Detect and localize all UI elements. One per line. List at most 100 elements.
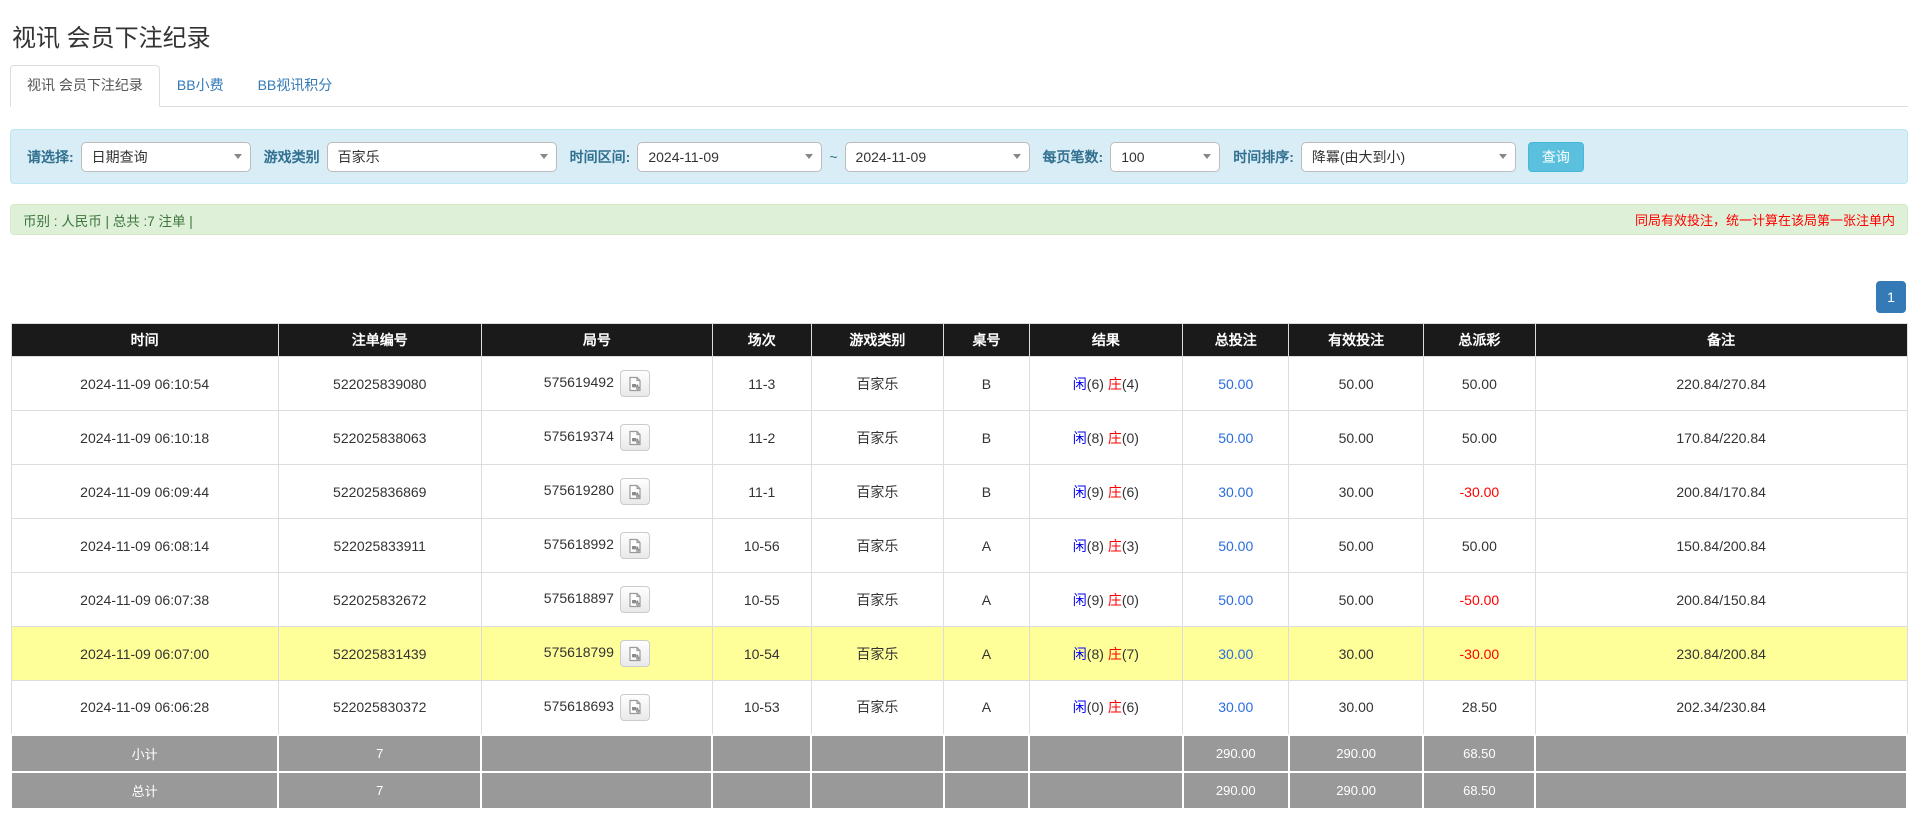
pagination: 1	[10, 281, 1908, 313]
header-result: 结果	[1029, 324, 1183, 357]
cell-session: 11-2	[712, 411, 811, 465]
result-player-value: (9)	[1087, 484, 1104, 500]
cell-session: 11-3	[712, 357, 811, 411]
round-id-text: 575618897	[544, 590, 614, 606]
tab-bar: 视讯 会员下注纪录 BB小费 BB视讯积分	[10, 67, 1908, 107]
cell-payout: -30.00	[1423, 627, 1535, 681]
video-replay-button[interactable]	[620, 424, 650, 451]
result-player-label: 闲	[1073, 484, 1087, 500]
video-replay-icon	[627, 430, 643, 446]
time-sort-value: 降冪(由大到小)	[1302, 147, 1491, 167]
result-player-value: (8)	[1087, 646, 1104, 662]
tab-bb-video-points[interactable]: BB视讯积分	[241, 65, 350, 107]
cell-bet-id: 522025831439	[278, 627, 481, 681]
date-to-value: 2024-11-09	[846, 149, 1005, 165]
result-banker-value: (0)	[1122, 592, 1139, 608]
cell-total-bet[interactable]: 30.00	[1183, 465, 1289, 519]
result-player-value: (9)	[1087, 592, 1104, 608]
grand-total-payout: 68.50	[1423, 772, 1535, 809]
query-type-select[interactable]: 日期查询	[81, 142, 251, 172]
cell-table-no: B	[944, 357, 1029, 411]
cell-bet-id: 522025830372	[278, 681, 481, 735]
result-banker-label: 庄	[1108, 376, 1122, 392]
time-sort-select[interactable]: 降冪(由大到小)	[1301, 142, 1516, 172]
cell-remark: 230.84/200.84	[1535, 627, 1907, 681]
video-replay-button[interactable]	[620, 478, 650, 505]
cell-valid-bet: 50.00	[1289, 519, 1424, 573]
video-replay-icon	[627, 646, 643, 662]
result-banker-label: 庄	[1108, 699, 1122, 715]
video-replay-button[interactable]	[620, 370, 650, 397]
table-header: 时间 注单编号 局号 场次 游戏类别 桌号 结果 总投注 有效投注 总派彩 备注	[11, 324, 1907, 357]
video-replay-button[interactable]	[620, 586, 650, 613]
chevron-down-icon	[1491, 154, 1515, 159]
chevron-down-icon	[797, 154, 821, 159]
table-footer: 小计 7 290.00 290.00 68.50 总计 7 290.00 290…	[11, 735, 1907, 809]
cell-valid-bet: 30.00	[1289, 681, 1424, 735]
page-title: 视讯 会员下注纪录	[12, 18, 1908, 53]
cell-table-no: A	[944, 681, 1029, 735]
cell-round-id: 575619374	[481, 411, 712, 465]
page-size-value: 100	[1111, 149, 1195, 165]
tab-video-bet-records[interactable]: 视讯 会员下注纪录	[10, 65, 160, 107]
page-size-select[interactable]: 100	[1110, 142, 1220, 172]
result-player-value: (6)	[1087, 376, 1104, 392]
video-replay-button[interactable]	[620, 532, 650, 559]
result-player-label: 闲	[1073, 538, 1087, 554]
round-id-text: 575619280	[544, 482, 614, 498]
video-replay-button[interactable]	[620, 640, 650, 667]
header-time: 时间	[11, 324, 278, 357]
grand-total-row: 总计 7 290.00 290.00 68.50	[11, 772, 1907, 809]
chevron-down-icon	[532, 154, 556, 159]
subtotal-count: 7	[278, 735, 481, 772]
cell-game-type: 百家乐	[811, 465, 944, 519]
header-payout: 总派彩	[1423, 324, 1535, 357]
page-1-button[interactable]: 1	[1876, 281, 1906, 313]
cell-result: 闲(8) 庄(7)	[1029, 627, 1183, 681]
cell-bet-id: 522025833911	[278, 519, 481, 573]
cell-valid-bet: 30.00	[1289, 627, 1424, 681]
date-from-select[interactable]: 2024-11-09	[637, 142, 822, 172]
cell-valid-bet: 50.00	[1289, 357, 1424, 411]
cell-session: 11-1	[712, 465, 811, 519]
query-type-label: 请选择:	[27, 147, 74, 167]
cell-bet-id: 522025832672	[278, 573, 481, 627]
date-to-select[interactable]: 2024-11-09	[845, 142, 1030, 172]
cell-total-bet[interactable]: 50.00	[1183, 357, 1289, 411]
cell-game-type: 百家乐	[811, 357, 944, 411]
header-session: 场次	[712, 324, 811, 357]
cell-payout: 50.00	[1423, 519, 1535, 573]
cell-total-bet[interactable]: 50.00	[1183, 573, 1289, 627]
cell-game-type: 百家乐	[811, 411, 944, 465]
result-banker-value: (3)	[1122, 538, 1139, 554]
cell-total-bet[interactable]: 30.00	[1183, 627, 1289, 681]
cell-payout: 50.00	[1423, 411, 1535, 465]
header-bet-id: 注单编号	[278, 324, 481, 357]
header-round-id: 局号	[481, 324, 712, 357]
result-banker-label: 庄	[1108, 430, 1122, 446]
result-banker-value: (6)	[1122, 484, 1139, 500]
cell-payout: 50.00	[1423, 357, 1535, 411]
cell-total-bet[interactable]: 50.00	[1183, 411, 1289, 465]
cell-total-bet[interactable]: 50.00	[1183, 519, 1289, 573]
date-from-value: 2024-11-09	[638, 149, 797, 165]
cell-total-bet[interactable]: 30.00	[1183, 681, 1289, 735]
game-type-select[interactable]: 百家乐	[327, 142, 557, 172]
cell-round-id: 575619280	[481, 465, 712, 519]
search-button[interactable]: 查询	[1528, 142, 1584, 172]
cell-round-id: 575618992	[481, 519, 712, 573]
video-replay-button[interactable]	[620, 694, 650, 721]
result-player-label: 闲	[1073, 376, 1087, 392]
cell-result: 闲(0) 庄(6)	[1029, 681, 1183, 735]
subtotal-label: 小计	[11, 735, 278, 772]
tab-bb-tips[interactable]: BB小费	[160, 65, 241, 107]
result-player-label: 闲	[1073, 430, 1087, 446]
cell-game-type: 百家乐	[811, 573, 944, 627]
cell-valid-bet: 50.00	[1289, 411, 1424, 465]
game-type-label: 游戏类别	[264, 147, 320, 167]
chevron-down-icon	[1005, 154, 1029, 159]
page-size-label: 每页笔数:	[1043, 147, 1104, 167]
header-table-no: 桌号	[944, 324, 1029, 357]
filter-panel: 请选择: 日期查询 游戏类别 百家乐 时间区间: 2024-11-09 ~ 20…	[10, 129, 1908, 184]
result-player-label: 闲	[1073, 592, 1087, 608]
